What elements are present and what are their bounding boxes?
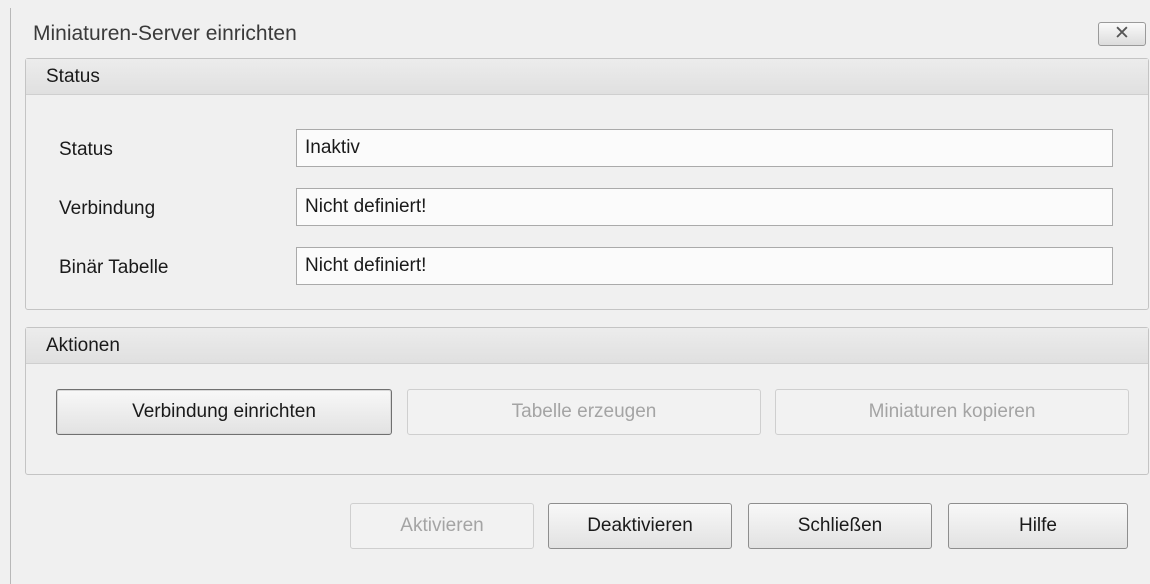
actions-group: Aktionen Verbindung einrichten Tabelle e…: [25, 327, 1149, 475]
binary-table-label: Binär Tabelle: [59, 257, 169, 278]
deactivate-button[interactable]: Deaktivieren: [548, 503, 732, 549]
title-bar: Miniaturen-Server einrichten ✕: [11, 8, 1150, 58]
close-dialog-button[interactable]: Schließen: [748, 503, 932, 549]
connection-field[interactable]: Nicht definiert!: [296, 188, 1113, 226]
binary-table-field[interactable]: Nicht definiert!: [296, 247, 1113, 285]
actions-group-header: Aktionen: [26, 328, 1148, 364]
status-group-header: Status: [26, 59, 1148, 95]
connection-label: Verbindung: [59, 198, 156, 219]
status-field[interactable]: Inaktiv: [296, 129, 1113, 167]
activate-button[interactable]: Aktivieren: [350, 503, 534, 549]
window-title: Miniaturen-Server einrichten: [33, 22, 297, 45]
setup-connection-button[interactable]: Verbindung einrichten: [56, 389, 392, 435]
copy-thumbnails-button[interactable]: Miniaturen kopieren: [775, 389, 1129, 435]
help-button[interactable]: Hilfe: [948, 503, 1128, 549]
status-label: Status: [59, 139, 113, 160]
setup-dialog: Miniaturen-Server einrichten ✕ Status St…: [10, 8, 1150, 584]
close-icon: ✕: [1114, 23, 1130, 44]
status-group: Status Status Inaktiv Verbindung Nicht d…: [25, 58, 1149, 310]
close-button[interactable]: ✕: [1098, 22, 1146, 46]
create-table-button[interactable]: Tabelle erzeugen: [407, 389, 761, 435]
